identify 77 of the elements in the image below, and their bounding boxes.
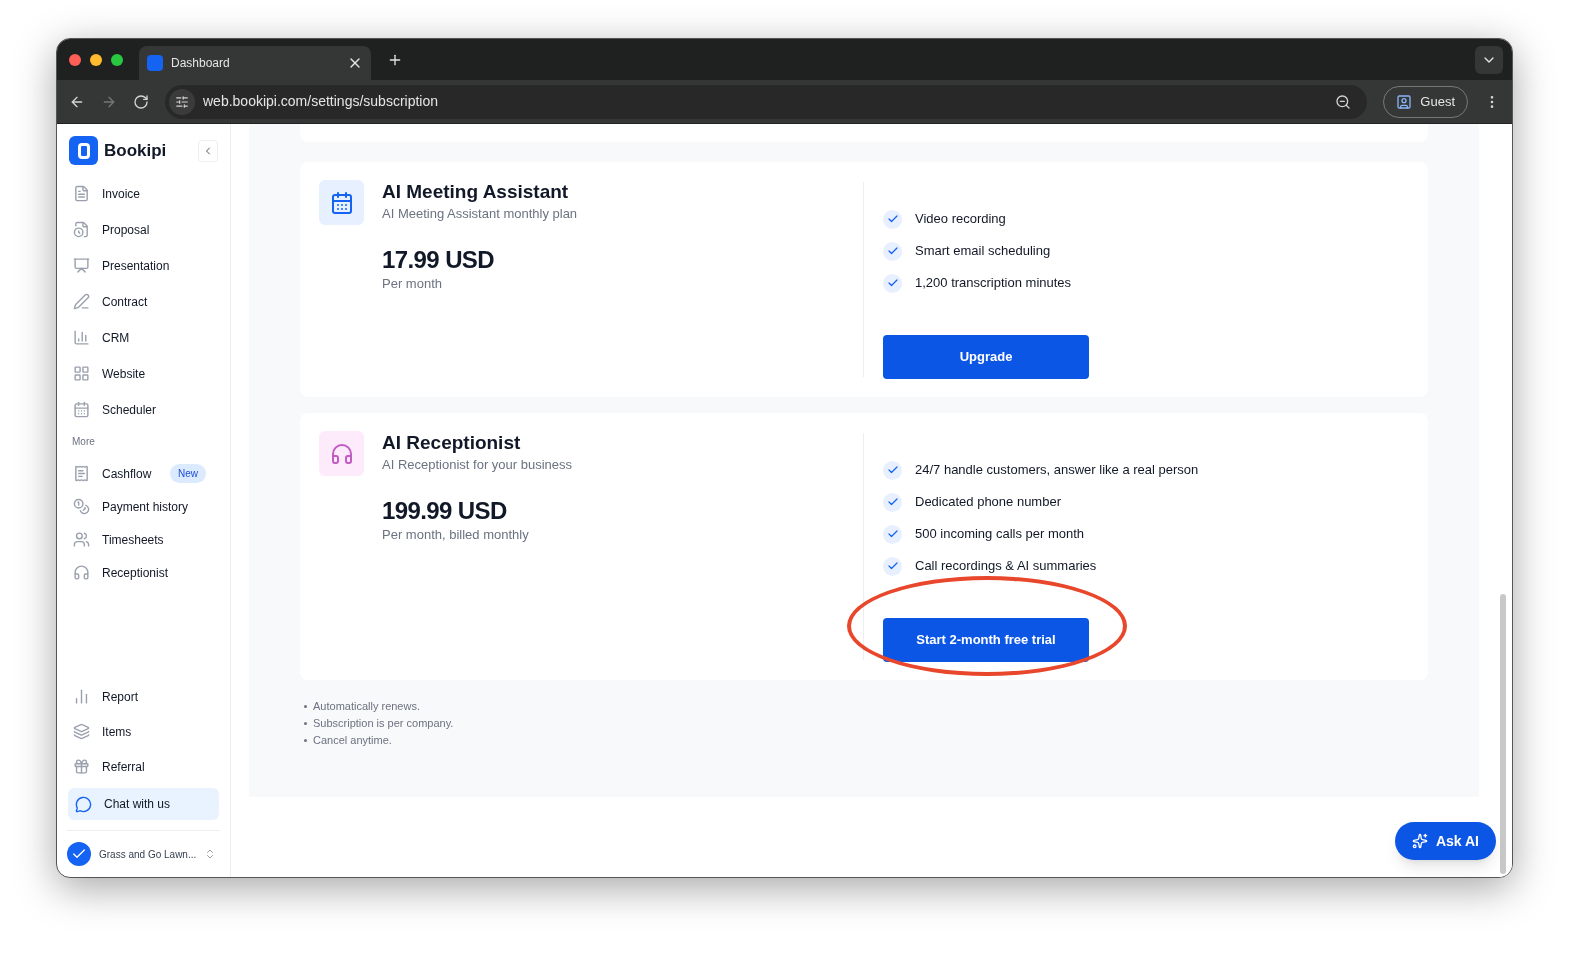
reload-icon[interactable] [133, 93, 149, 110]
note-text: Automatically renews. [313, 699, 420, 715]
plan-period: Per month, billed monthly [382, 525, 530, 544]
plan-title: AI Receptionist [382, 431, 522, 455]
address-bar[interactable]: web.bookipi.com/settings/subscription [165, 84, 1368, 119]
logo-icon [69, 136, 98, 165]
nav-item[interactable]: Report [102, 687, 139, 706]
nav-item[interactable]: Contract [102, 292, 148, 311]
chat-button[interactable]: Chat with us [68, 788, 219, 820]
nav-item[interactable]: Referral [102, 757, 145, 776]
check-icon [883, 241, 902, 261]
nav-item[interactable]: Invoice [102, 184, 141, 203]
nav-item[interactable]: Presentation [102, 256, 170, 275]
chat-bubble-icon [75, 795, 92, 813]
feature-text: Video recording [915, 210, 1006, 229]
company-avatar [67, 842, 91, 866]
feature-text: Call recordings & AI summaries [915, 557, 1097, 576]
nav-icon [73, 688, 90, 705]
new-badge: New [170, 464, 206, 483]
upgrade-button[interactable]: Upgrade [883, 335, 1089, 379]
feature-text: Dedicated phone number [915, 493, 1061, 512]
check-icon [883, 209, 902, 229]
nav-item[interactable]: Payment history [102, 497, 189, 516]
plan-subtitle: AI Meeting Assistant monthly plan [382, 205, 578, 223]
nav-icon [73, 365, 90, 382]
nav-item[interactable]: Items [102, 722, 132, 741]
nav-icon [73, 221, 90, 238]
sparkle-icon [1411, 833, 1428, 849]
nav-icon [73, 531, 90, 548]
url-text: web.bookipi.com/settings/subscription [203, 92, 438, 111]
nav-icon [73, 329, 90, 346]
nav-icon [73, 758, 90, 775]
section-label: More [71, 435, 96, 449]
plan-subtitle: AI Receptionist for your business [382, 456, 573, 474]
check-icon [883, 492, 902, 512]
nav-icon [73, 185, 90, 202]
plan-period: Per month [382, 274, 443, 293]
feature-text: 24/7 handle customers, answer like a real person [915, 461, 1199, 480]
person-icon [1396, 93, 1413, 110]
favicon-icon [147, 55, 163, 71]
plan-icon [319, 180, 364, 225]
nav-item[interactable]: Receptionist [102, 563, 169, 582]
nav-item[interactable]: Cashflow [102, 464, 152, 483]
feature-text: 500 incoming calls per month [915, 525, 1085, 544]
feature-text: 1,200 transcription minutes [915, 274, 1072, 293]
plan-price: 199.99 USD [382, 496, 508, 525]
nav-item[interactable]: Scheduler [102, 400, 157, 419]
trial-button[interactable]: Start 2-month free trial [883, 618, 1089, 662]
brand-name: Bookipi [104, 139, 167, 162]
nav-item[interactable]: Proposal [102, 220, 150, 239]
note-text: Cancel anytime. [313, 733, 392, 749]
ask-ai-button[interactable]: Ask AI [1394, 822, 1496, 860]
feature-text: Smart email scheduling [915, 242, 1051, 261]
site-settings-icon[interactable] [175, 94, 189, 109]
check-icon [883, 460, 902, 480]
tab-list-button[interactable] [1475, 45, 1503, 74]
company-name[interactable]: Grass and Go Lawn... [99, 846, 197, 862]
plan-price: 17.99 USD [382, 245, 495, 274]
nav-item[interactable]: Website [102, 364, 146, 383]
check-icon [883, 273, 902, 293]
nav-item[interactable]: Timesheets [102, 530, 164, 549]
nav-icon [73, 465, 90, 482]
nav-icon [73, 293, 90, 310]
check-icon [883, 524, 902, 544]
browser-tab[interactable]: Dashboard [139, 46, 371, 80]
note-text: Subscription is per company. [313, 716, 454, 732]
zoom-icon[interactable] [1335, 93, 1352, 110]
plan-icon [319, 431, 364, 476]
tab-title: Dashboard [171, 55, 230, 72]
nav-icon [73, 498, 90, 515]
nav-icon [73, 257, 90, 274]
nav-item[interactable]: CRM [102, 328, 130, 347]
check-icon [883, 556, 902, 576]
nav-icon [73, 401, 90, 418]
plan-title: AI Meeting Assistant [382, 180, 570, 204]
nav-icon [73, 564, 90, 581]
nav-icon [73, 723, 90, 740]
